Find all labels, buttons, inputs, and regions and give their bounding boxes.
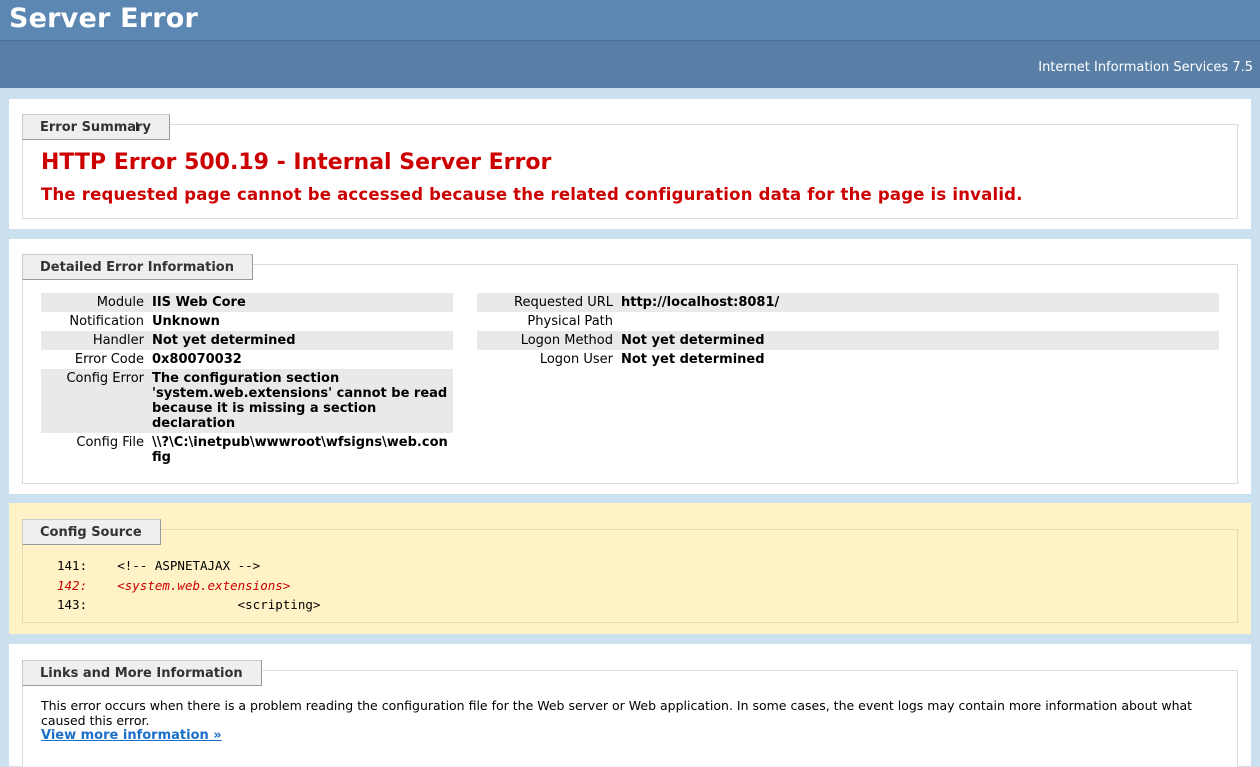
page-header: Server Error [0, 0, 1260, 41]
error-code-label: Error Code [74, 352, 144, 367]
config-source-tab: Config Source [22, 519, 161, 545]
handler-value: Not yet determined [148, 331, 453, 350]
logon-user-label: Logon User [539, 352, 613, 367]
detailed-error-tab: Detailed Error Information [22, 254, 253, 280]
table-row: Requested URL http://localhost:8081/ [477, 293, 1219, 312]
table-row: Config File \\?\C:\inetpub\wwwroot\wfsign… [41, 433, 453, 467]
handler-label: Handler [41, 331, 148, 350]
links-box: Links and More Information This error oc… [22, 660, 1238, 767]
table-row: Notification Unknown [41, 312, 453, 331]
links-panel: Links and More Information This error oc… [9, 644, 1251, 767]
module-value: IIS Web Core [148, 293, 453, 312]
error-summary-box: Error Summary HTTP Error 500.19 - Intern… [22, 114, 1238, 219]
product-name: Internet Information Services 7.5 [1038, 60, 1253, 75]
error-code-value: 0x80070032 [152, 352, 242, 367]
table-row: Error Code 0x80070032 [41, 350, 453, 369]
view-more-information-link[interactable]: View more information » [41, 728, 222, 743]
physical-path-value [617, 312, 1219, 331]
code-line: 143: <scripting> [57, 597, 320, 617]
table-row: Config Error The configuration section 's… [41, 369, 453, 433]
table-row: Logon User Not yet determined [477, 350, 1219, 369]
config-source-code: 141: <!-- ASPNETAJAX --> 142: <system.we… [57, 558, 320, 617]
config-error-value: The configuration section 'system.web.ex… [148, 369, 453, 433]
config-error-label: Config Error [41, 369, 148, 433]
error-title: HTTP Error 500.19 - Internal Server Erro… [41, 150, 552, 175]
table-row: Module IIS Web Core [41, 293, 453, 312]
line-code: <system.web.extensions> [117, 577, 291, 593]
detail-table-left: Module IIS Web Core Notification Unknown H… [41, 293, 453, 467]
table-row: Handler Not yet determined [41, 331, 453, 350]
line-number: 141: [57, 558, 88, 573]
module-label: Module [41, 293, 148, 312]
config-source-panel: Config Source 141: <!-- ASPNETAJAX --> 1… [9, 503, 1251, 634]
table-row: Logon Method Not yet determined [477, 331, 1219, 350]
line-number: 142: [57, 577, 88, 593]
logon-method-value: Not yet determined [617, 331, 1219, 350]
logon-method-label: Logon Method [477, 331, 617, 350]
text-cursor-icon: I [135, 120, 139, 134]
detailed-error-panel: Detailed Error Information Module IIS Web… [9, 239, 1251, 494]
links-tab: Links and More Information [22, 660, 262, 686]
sub-header: Internet Information Services 7.5 [0, 41, 1260, 88]
logon-user-value: Not yet determined [621, 352, 765, 367]
links-description: This error occurs when there is a proble… [41, 698, 1193, 728]
notification-value: Unknown [152, 314, 220, 329]
detailed-error-box: Detailed Error Information Module IIS Web… [22, 254, 1238, 484]
error-summary-tab: Error Summary [22, 114, 170, 140]
detail-table-right: Requested URL http://localhost:8081/ Phys… [477, 293, 1219, 369]
config-file-label: Config File [76, 435, 144, 450]
config-source-box: Config Source 141: <!-- ASPNETAJAX --> 1… [22, 519, 1238, 623]
line-code: <!-- ASPNETAJAX --> [117, 558, 261, 573]
error-message: The requested page cannot be accessed be… [41, 185, 1023, 204]
notification-label: Notification [69, 314, 144, 329]
code-line: 141: <!-- ASPNETAJAX --> [57, 558, 320, 578]
requested-url-label: Requested URL [477, 293, 617, 312]
requested-url-value: http://localhost:8081/ [617, 293, 1219, 312]
line-number: 143: [57, 597, 88, 612]
page-title: Server Error [9, 3, 199, 34]
config-file-value: \\?\C:\inetpub\wwwroot\wfsigns\web.confi… [152, 435, 448, 465]
line-code: <scripting> [197, 597, 321, 612]
table-row: Physical Path [477, 312, 1219, 331]
physical-path-label: Physical Path [527, 314, 613, 329]
error-summary-panel: Error Summary HTTP Error 500.19 - Intern… [9, 99, 1251, 229]
code-line-highlighted: 142: <system.web.extensions> [57, 578, 320, 598]
